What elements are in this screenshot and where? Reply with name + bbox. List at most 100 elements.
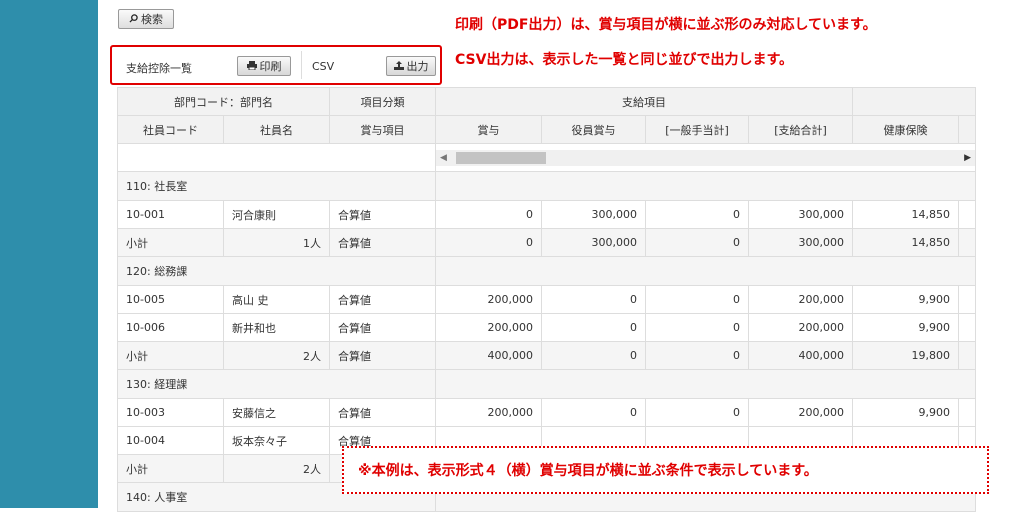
csv-note: CSV出力は、表示した一覧と同じ並びで出力します。 xyxy=(455,52,794,68)
table-cell: 400,000 xyxy=(748,341,853,370)
search-icon xyxy=(129,13,138,26)
subtotal-row: 小計 1人 合算値 0 300,000 0 300,000 14,850 xyxy=(117,228,976,257)
table-cell xyxy=(958,285,976,314)
header-cell: 支給項目 xyxy=(435,87,853,116)
table-cell xyxy=(117,143,436,172)
header-cell xyxy=(958,115,976,144)
sidebar xyxy=(0,0,98,508)
table-cell: 0 xyxy=(645,313,749,342)
table-cell: 200,000 xyxy=(748,398,853,427)
table-cell: 10-006 xyxy=(117,313,224,342)
header-cell xyxy=(852,87,976,116)
table-cell: 400,000 xyxy=(435,341,542,370)
header-cell: 項目分類 xyxy=(329,87,436,116)
table-cell: 200,000 xyxy=(748,313,853,342)
table-cell: 0 xyxy=(645,341,749,370)
header-row: 部門コード：部門名 項目分類 支給項目 xyxy=(117,87,976,116)
table-cell: 1人 xyxy=(223,228,330,257)
table-cell: 合算値 xyxy=(329,228,436,257)
table-cell: 2人 xyxy=(223,341,330,370)
group-label: 120: 総務課 xyxy=(117,256,436,286)
table-cell: 河合康則 xyxy=(223,200,330,229)
table-cell: 19,800 xyxy=(852,341,959,370)
scroll-right-icon[interactable]: ▶ xyxy=(964,153,971,163)
table-cell: 0 xyxy=(645,285,749,314)
header-cell: 賞与 xyxy=(435,115,542,144)
subtotal-row: 小計 2人 合算値 400,000 0 0 400,000 19,800 xyxy=(117,341,976,370)
table-cell xyxy=(435,171,976,201)
table-cell: 9,900 xyxy=(852,285,959,314)
printer-icon xyxy=(246,60,257,73)
group-row: 110: 社長室 xyxy=(117,171,976,201)
scroll-row: ◀ ▶ xyxy=(117,143,976,172)
table-row: 10-001 河合康則 合算値 0 300,000 0 300,000 14,850 xyxy=(117,200,976,229)
search-button-label: 検索 xyxy=(141,13,163,26)
table-cell: 300,000 xyxy=(541,200,646,229)
group-label: 130: 経理課 xyxy=(117,369,436,399)
search-button[interactable]: 検索 xyxy=(118,9,174,29)
horizontal-scrollbar[interactable]: ◀ ▶ xyxy=(435,143,976,172)
group-row: 130: 経理課 xyxy=(117,369,976,399)
table-cell xyxy=(435,369,976,399)
table-cell xyxy=(958,228,976,257)
table-cell: 小計 xyxy=(117,454,224,483)
print-button[interactable]: 印刷 xyxy=(237,56,291,76)
table-row: 10-003 安藤信之 合算値 200,000 0 0 200,000 9,900 xyxy=(117,398,976,427)
export-button[interactable]: 出力 xyxy=(386,56,436,76)
table-cell: 200,000 xyxy=(435,313,542,342)
table-cell: 0 xyxy=(541,285,646,314)
table-cell: 0 xyxy=(435,228,542,257)
table-row: 10-006 新井和也 合算値 200,000 0 0 200,000 9,900 xyxy=(117,313,976,342)
header-cell: 健康保険 xyxy=(852,115,959,144)
group-label: 110: 社長室 xyxy=(117,171,436,201)
table-cell: 合算値 xyxy=(329,200,436,229)
table-cell: 小計 xyxy=(117,228,224,257)
csv-label: CSV xyxy=(312,60,335,73)
header-cell: [支給合計] xyxy=(748,115,853,144)
header-cell: [一般手当計] xyxy=(645,115,749,144)
table-cell: 合算値 xyxy=(329,313,436,342)
table-cell: 安藤信之 xyxy=(223,398,330,427)
print-note: 印刷（PDF出力）は、賞与項目が横に並ぶ形のみ対応しています。 xyxy=(455,17,877,33)
header-cell: 社員名 xyxy=(223,115,330,144)
header-cell: 社員コード xyxy=(117,115,224,144)
table-cell: 高山 史 xyxy=(223,285,330,314)
example-note: ※本例は、表示形式４（横）賞与項目が横に並ぶ条件で表示しています。 xyxy=(342,446,989,494)
toolbar-divider xyxy=(301,51,302,79)
print-button-label: 印刷 xyxy=(259,60,282,73)
table-cell: 300,000 xyxy=(748,200,853,229)
table-cell: 2人 xyxy=(223,454,330,483)
table-cell xyxy=(958,398,976,427)
table-cell: 200,000 xyxy=(435,285,542,314)
table-cell: 14,850 xyxy=(852,200,959,229)
header-cell: 賞与項目 xyxy=(329,115,436,144)
table-cell: 坂本奈々子 xyxy=(223,426,330,455)
table-cell: 合算値 xyxy=(329,341,436,370)
table-cell: 小計 xyxy=(117,341,224,370)
table-cell: 0 xyxy=(645,200,749,229)
table-cell: 0 xyxy=(645,398,749,427)
table-cell: 300,000 xyxy=(748,228,853,257)
scroll-thumb[interactable] xyxy=(456,151,546,164)
table-cell: 10-003 xyxy=(117,398,224,427)
table-cell: 10-005 xyxy=(117,285,224,314)
header-row: 社員コード 社員名 賞与項目 賞与 役員賞与 [一般手当計] [支給合計] 健康保険 xyxy=(117,115,976,144)
table-cell: 300,000 xyxy=(541,228,646,257)
table-cell: 0 xyxy=(541,341,646,370)
table-cell: 合算値 xyxy=(329,285,436,314)
table-cell: 0 xyxy=(541,398,646,427)
export-icon xyxy=(393,60,404,73)
table-cell xyxy=(435,256,976,286)
table-cell: 9,900 xyxy=(852,398,959,427)
table-cell: 200,000 xyxy=(435,398,542,427)
table-cell: 14,850 xyxy=(852,228,959,257)
scroll-left-icon[interactable]: ◀ xyxy=(440,153,447,163)
table-cell: 10-004 xyxy=(117,426,224,455)
table-cell xyxy=(958,313,976,342)
table-cell: 合算値 xyxy=(329,398,436,427)
table-cell: 0 xyxy=(645,228,749,257)
table-cell: 新井和也 xyxy=(223,313,330,342)
header-cell: 部門コード：部門名 xyxy=(117,87,330,116)
output-toolbar: 支給控除一覧 印刷 CSV 出力 xyxy=(110,45,442,85)
header-cell: 役員賞与 xyxy=(541,115,646,144)
